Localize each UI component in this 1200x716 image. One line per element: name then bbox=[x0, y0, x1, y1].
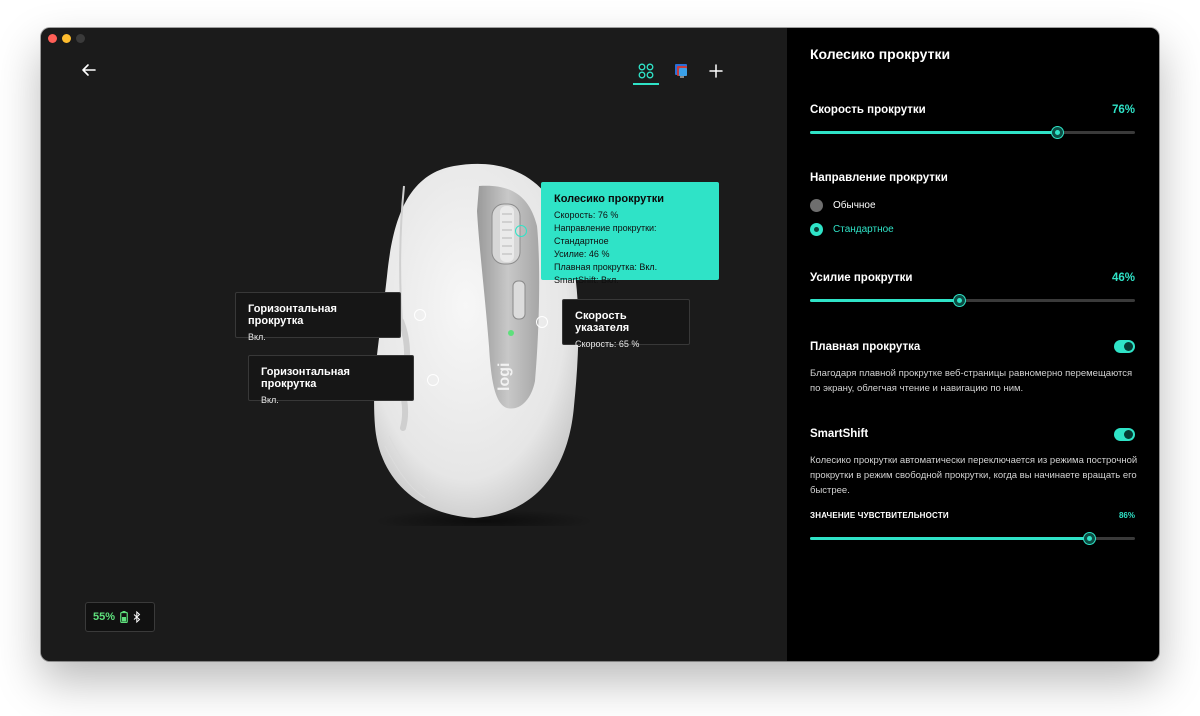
scroll-direction-label: Направление прокрутки bbox=[810, 172, 948, 184]
plus-icon bbox=[709, 64, 723, 78]
zoom-window-button[interactable] bbox=[76, 34, 85, 43]
bluetooth-icon bbox=[133, 611, 141, 623]
app-settings-tab[interactable] bbox=[669, 58, 695, 84]
radio-label: Стандартное bbox=[833, 224, 894, 235]
window-controls bbox=[48, 34, 85, 43]
scroll-speed-value: 76% bbox=[1111, 104, 1135, 116]
smooth-scroll-toggle[interactable] bbox=[1114, 340, 1135, 353]
slider-thumb[interactable] bbox=[1051, 127, 1063, 138]
radio-button[interactable] bbox=[810, 199, 823, 212]
callout-line: Скорость: 76 % bbox=[554, 210, 619, 220]
device-view: logi Колесико прокрутки Скорость: 76 % Н… bbox=[41, 28, 787, 661]
sensitivity-label: ЗНАЧЕНИЕ ЧУВСТВИТЕЛЬНОСТИ bbox=[810, 511, 949, 520]
radio-button-selected[interactable] bbox=[810, 223, 823, 236]
callout-horizontal-scroll-2[interactable]: Горизонтальная прокрутка Вкл. bbox=[248, 355, 414, 405]
sensitivity-slider[interactable] bbox=[810, 532, 1135, 544]
app-settings-icon bbox=[675, 64, 687, 78]
callout-value: Вкл. bbox=[248, 332, 266, 342]
callout-scroll-wheel[interactable]: Колесико прокрутки Скорость: 76 % Направ… bbox=[541, 182, 719, 285]
slider-fill bbox=[810, 131, 1057, 134]
battery-icon bbox=[120, 611, 128, 623]
callout-title: Скорость указателя bbox=[575, 310, 630, 334]
callout-line: SmartShift: Вкл. bbox=[554, 275, 619, 285]
smartshift-toggle[interactable] bbox=[1114, 428, 1135, 441]
smartshift-label: SmartShift bbox=[810, 428, 869, 440]
logo-text: logi bbox=[496, 363, 513, 391]
active-tab-indicator bbox=[633, 83, 659, 85]
close-window-button[interactable] bbox=[48, 34, 57, 43]
battery-status: 55% bbox=[85, 602, 155, 632]
sensitivity-value: 86% bbox=[1118, 511, 1135, 520]
back-button[interactable] bbox=[79, 60, 99, 80]
callout-title: Горизонтальная прокрутка bbox=[248, 303, 337, 327]
callout-line: Направление прокрутки: Стандартное bbox=[554, 223, 657, 246]
panel-title: Колесико прокрутки bbox=[810, 46, 951, 62]
scroll-speed-label: Скорость прокрутки bbox=[810, 104, 926, 116]
scroll-speed-slider[interactable] bbox=[810, 126, 1135, 138]
pointer-speed-marker[interactable] bbox=[536, 316, 548, 328]
scroll-force-value: 46% bbox=[1111, 272, 1135, 284]
settings-panel: Колесико прокрутки Скорость прокрутки 76… bbox=[787, 28, 1159, 661]
callout-title: Колесико прокрутки bbox=[554, 193, 665, 205]
callout-value: Вкл. bbox=[261, 395, 279, 405]
add-app-button[interactable] bbox=[703, 58, 729, 84]
smooth-scroll-description: Благодаря плавной прокрутке веб-страницы… bbox=[810, 368, 1133, 394]
callout-pointer-speed[interactable]: Скорость указателя Скорость: 65 % bbox=[562, 299, 690, 349]
callout-value: Скорость: 65 % bbox=[575, 339, 640, 349]
buttons-view-tab[interactable] bbox=[633, 58, 659, 85]
callout-title: Горизонтальная прокрутка bbox=[261, 366, 350, 390]
arrow-left-icon bbox=[82, 64, 96, 76]
slider-fill bbox=[810, 537, 1090, 540]
radio-label: Обычное bbox=[833, 200, 876, 211]
slider-fill bbox=[810, 299, 960, 302]
smartshift-description: Колесико прокрутки автоматически переклю… bbox=[810, 455, 1138, 496]
horizontal-scroll-1-marker[interactable] bbox=[414, 309, 426, 321]
battery-percent: 55% bbox=[93, 611, 116, 623]
callout-line: Плавная прокрутка: Вкл. bbox=[554, 262, 658, 272]
smooth-scroll-label: Плавная прокрутка bbox=[810, 341, 921, 353]
direction-option-normal[interactable]: Обычное bbox=[810, 199, 876, 212]
scroll-force-slider[interactable] bbox=[810, 294, 1135, 306]
scroll-force-label: Усилие прокрутки bbox=[810, 272, 913, 284]
callout-horizontal-scroll-1[interactable]: Горизонтальная прокрутка Вкл. bbox=[235, 292, 401, 342]
slider-thumb[interactable] bbox=[954, 295, 965, 306]
callout-line: Усилие: 46 % bbox=[554, 249, 610, 259]
minimize-window-button[interactable] bbox=[62, 34, 71, 43]
direction-option-standard[interactable]: Стандартное bbox=[810, 223, 894, 236]
scroll-wheel-marker[interactable] bbox=[515, 225, 527, 237]
horizontal-scroll-2-marker[interactable] bbox=[427, 374, 439, 386]
buttons-grid-icon bbox=[638, 63, 654, 79]
app-window: logi Колесико прокрутки Скорость: 76 % Н… bbox=[41, 28, 1159, 661]
slider-thumb[interactable] bbox=[1084, 533, 1095, 544]
device-toolbar bbox=[633, 58, 733, 88]
